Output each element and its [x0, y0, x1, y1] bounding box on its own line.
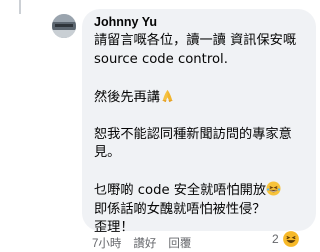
comment-text: 然後先再講: [94, 89, 160, 105]
comment-author[interactable]: Johnny Yu: [94, 15, 157, 29]
avatar-photo: [52, 14, 76, 38]
comment-line: 見。: [94, 145, 121, 160]
comment-line: 恕我不能認同種新聞訪問的專家意: [94, 126, 292, 142]
comment-line: 乜嘢啲 code 安全就唔怕開放: [94, 181, 312, 201]
reply-button[interactable]: 回覆: [168, 235, 191, 250]
reaction-summary[interactable]: 2: [272, 228, 300, 250]
comment-line: 然後先再講: [94, 88, 312, 108]
comment-body: 請留言嘅各位，讀一讀 資訊保安嘅 source code control. 然後…: [94, 32, 312, 238]
avatar[interactable]: [52, 14, 76, 38]
comment-line: 請留言嘅各位，讀一讀 資訊保安嘅: [94, 33, 297, 48]
comment-bubble: Johnny Yu 請留言嘅各位，讀一讀 資訊保安嘅 source code c…: [82, 9, 316, 235]
thread-line: [19, 0, 21, 14]
comment-text: 乜嘢啲 code 安全就唔怕開放: [94, 183, 267, 198]
laugh-reaction-icon: [281, 230, 300, 248]
grinning-squinting-face-icon: [266, 181, 281, 196]
comment-line: source code control.: [94, 51, 228, 67]
comment-line: 即係話啲女醜就唔怕被性侵？: [94, 201, 266, 217]
folded-hands-icon: [161, 89, 174, 102]
comment-actions: 7小時 讚好 回覆: [92, 235, 191, 250]
reaction-count: 2: [272, 232, 279, 246]
like-button[interactable]: 讚好: [133, 235, 156, 250]
timestamp[interactable]: 7小時: [92, 235, 121, 250]
